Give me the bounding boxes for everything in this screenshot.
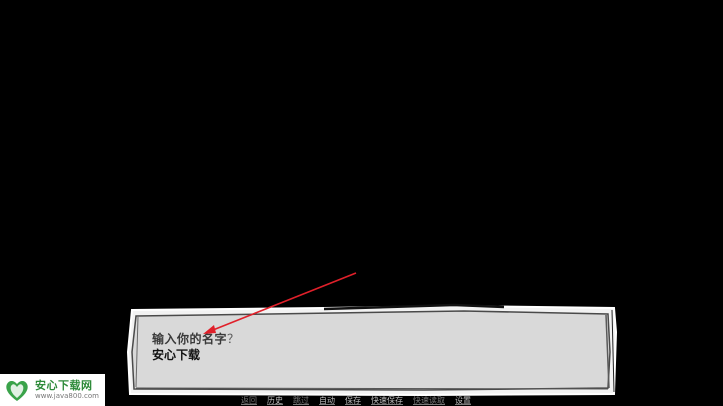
prompt-suffix: ？ xyxy=(227,332,240,346)
quick-menu-item[interactable]: 自动 xyxy=(314,396,340,406)
watermark: 安心下载网 www.java800.com xyxy=(0,374,105,406)
quick-menu-item[interactable]: 设置 xyxy=(450,396,476,406)
watermark-url: www.java800.com xyxy=(35,392,99,400)
quick-menu-item[interactable]: 跳过 xyxy=(288,396,314,406)
watermark-title: 安心下载网 xyxy=(35,379,93,392)
game-screen: 输入你的名字？ 返回历史跳过自动保存快速保存快速读取设置 安心下载网 www.j… xyxy=(0,0,723,406)
quick-menu-item[interactable]: 保存 xyxy=(340,396,366,406)
quick-menu-item[interactable]: 返回 xyxy=(236,396,262,406)
name-input[interactable] xyxy=(150,345,354,363)
quick-menu-item[interactable]: 快速读取 xyxy=(408,396,450,406)
quick-menu-item[interactable]: 快速保存 xyxy=(366,396,408,406)
heart-leaf-logo-icon xyxy=(6,381,28,401)
quick-menu: 返回 历史 跳过 自动 保存 快速保存 快速读取 设置 xyxy=(236,396,476,406)
quick-menu-item[interactable]: 历史 xyxy=(262,396,288,406)
prompt-text: 输入你的名字 xyxy=(152,332,228,346)
